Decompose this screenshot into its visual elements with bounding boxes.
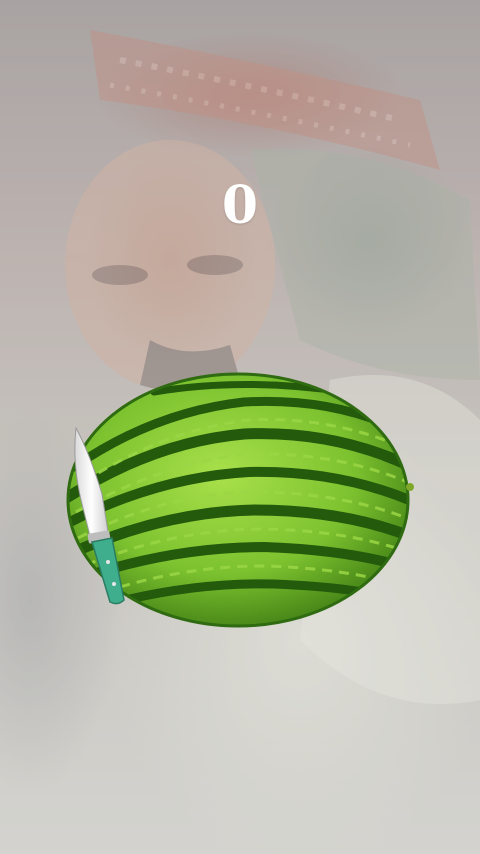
game-screen[interactable]: 0 [0, 0, 480, 854]
watermelon-stem [406, 483, 414, 491]
score-counter: 0 [221, 175, 259, 236]
knife-icon[interactable] [68, 424, 132, 608]
